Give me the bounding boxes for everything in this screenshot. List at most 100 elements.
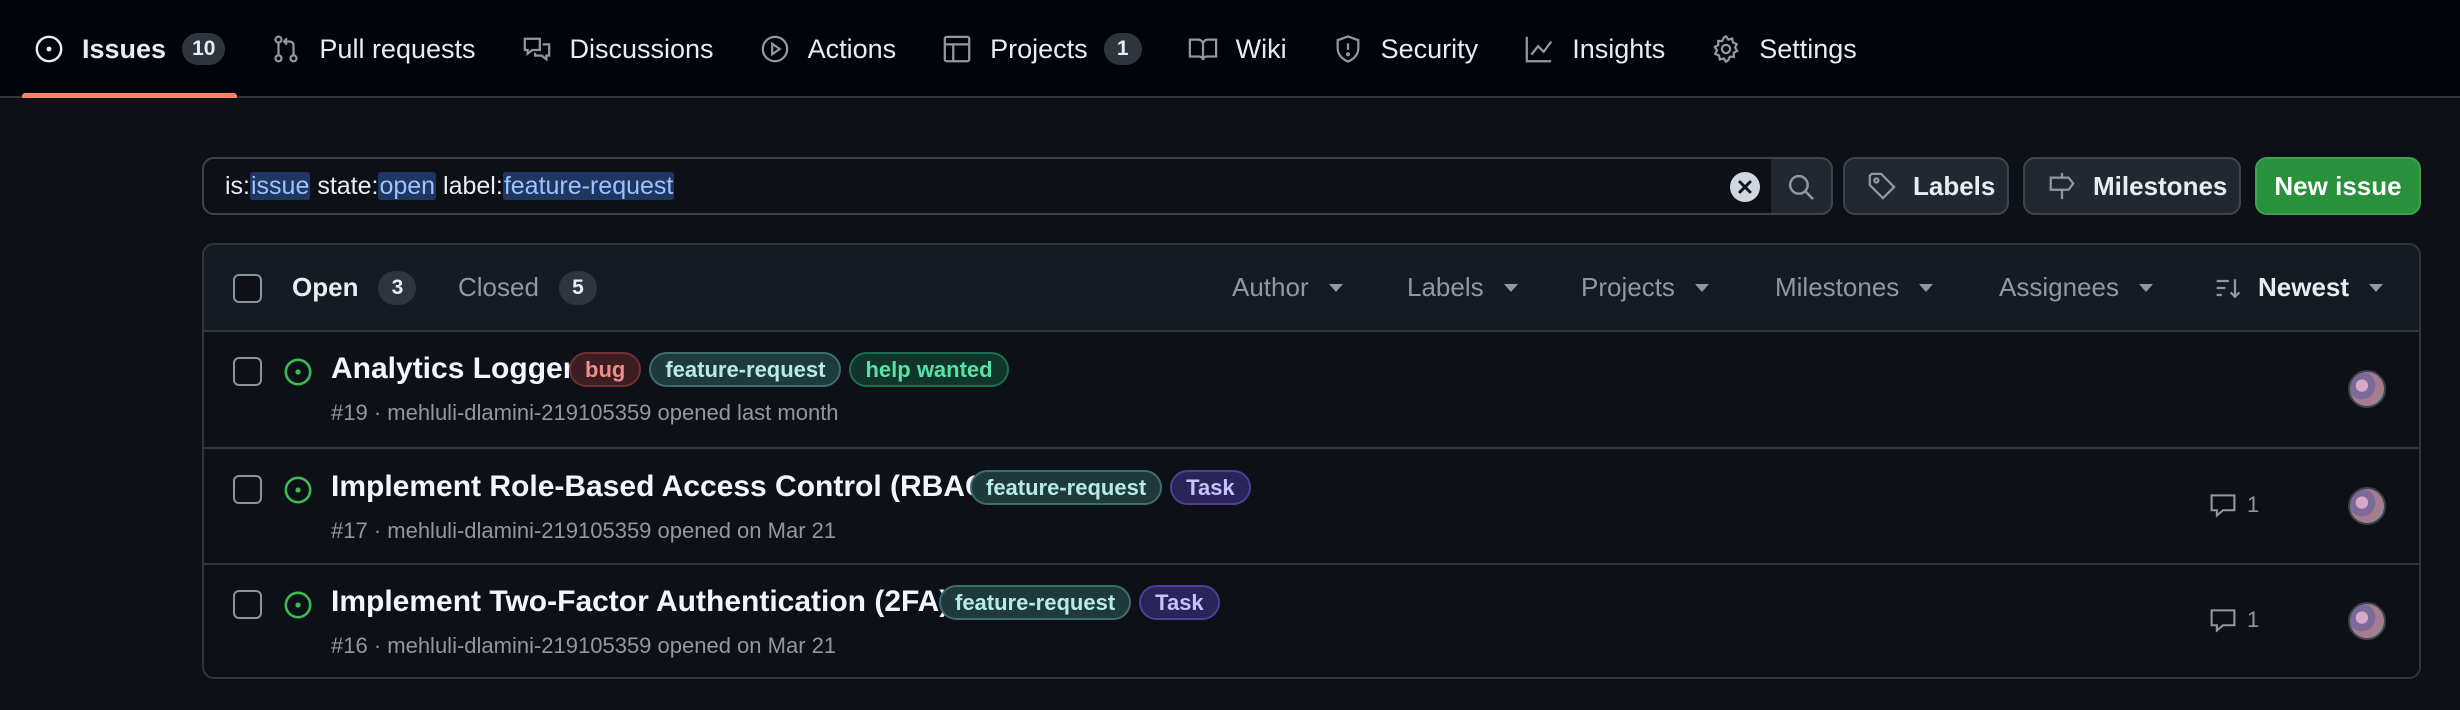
closed-issues-tab[interactable]: Closed 5 [458,245,597,330]
issue-opened-icon [35,35,63,63]
issue-opened-icon [284,358,312,386]
query-label-prefix: label: [436,172,503,200]
issue-title-link[interactable]: Implement Two-Factor Authentication (2FA… [331,585,949,619]
x-circle-icon [1738,180,1752,194]
issue-row: Implement Role-Based Access Control (RBA… [204,447,2419,562]
tab-security[interactable]: Security [1321,0,1491,98]
issue-row: Implement Two-Factor Authentication (2FA… [204,563,2419,677]
repo-tabs: Issues 10 Pull requests Discussions Acti… [22,0,1891,98]
issue-labels: feature-request Task [970,470,1251,505]
comment-count-link[interactable]: 1 [2209,491,2259,519]
projects-count-badge: 1 [1103,33,1142,65]
labels-button-label: Labels [1913,170,1996,201]
assignees-filter[interactable]: Assignees [1999,245,2153,330]
issue-checkbox[interactable] [233,357,262,386]
tab-security-label: Security [1380,33,1479,64]
issue-labels: feature-request Task [939,585,1220,620]
tab-insights[interactable]: Insights [1512,0,1677,98]
comment-count-link[interactable]: 1 [2209,606,2259,634]
tab-settings-label: Settings [1759,33,1857,64]
label-help-wanted[interactable]: help wanted [849,352,1009,387]
clear-search-button[interactable] [1730,172,1760,202]
select-all-checkbox[interactable] [233,274,262,303]
query-state-prefix: state: [310,172,379,200]
search-icon [1788,174,1814,200]
tab-actions[interactable]: Actions [748,0,909,98]
tab-wiki[interactable]: Wiki [1176,0,1299,98]
author-filter[interactable]: Author [1232,245,1343,330]
labels-filter[interactable]: Labels [1407,245,1518,330]
new-issue-button[interactable]: New issue [2255,157,2421,215]
issue-labels: bug feature-request help wanted [569,352,1009,387]
issues-search-row: is:issue state:open label:feature-reques… [202,157,2421,215]
open-issues-tab[interactable]: Open 3 [292,245,417,330]
chevron-down-icon [2138,283,2153,292]
projects-filter-label: Projects [1581,272,1675,302]
tab-wiki-label: Wiki [1235,33,1287,64]
table-icon [943,35,971,63]
assignee-avatar[interactable] [2348,487,2386,525]
search-button[interactable] [1771,157,1833,215]
label-feature-request[interactable]: feature-request [939,585,1132,620]
projects-filter[interactable]: Projects [1581,245,1709,330]
chevron-down-icon [1503,283,1518,292]
milestones-filter[interactable]: Milestones [1775,245,1934,330]
milestones-filter-label: Milestones [1775,272,1900,302]
issue-title-link[interactable]: Implement Role-Based Access Control (RBA… [331,470,997,504]
tab-pull-requests-label: Pull requests [319,33,476,64]
query-is-value: issue [250,172,311,200]
issues-count-badge: 10 [182,33,226,65]
issue-checkbox[interactable] [233,590,262,619]
labels-filter-label: Labels [1407,272,1484,302]
issue-checkbox[interactable] [233,475,262,504]
tab-pull-requests[interactable]: Pull requests [259,0,487,98]
issue-list: Open 3 Closed 5 Author Labels Projects M… [202,243,2421,679]
tab-issues-label: Issues [82,33,167,64]
tag-icon [1868,172,1896,200]
label-feature-request[interactable]: feature-request [649,352,842,387]
author-filter-label: Author [1232,272,1309,302]
assignee-avatar[interactable] [2348,602,2386,640]
repo-navigation: Issues 10 Pull requests Discussions Acti… [0,0,2460,98]
label-feature-request[interactable]: feature-request [970,470,1163,505]
assignee-avatar[interactable] [2348,370,2386,408]
tab-actions-label: Actions [807,33,897,64]
comment-count: 1 [2247,492,2260,517]
closed-issues-count: 5 [558,270,597,305]
comment-discussion-icon [523,37,550,62]
tab-projects[interactable]: Projects 1 [930,0,1154,98]
tab-discussions[interactable]: Discussions [510,0,726,98]
issue-list-header: Open 3 Closed 5 Author Labels Projects M… [204,245,2419,332]
issue-meta: #17 · mehluli-dlamini-219105359 opened o… [331,518,837,543]
query-is-prefix: is: [225,172,250,200]
label-task[interactable]: Task [1170,470,1251,505]
tab-settings[interactable]: Settings [1699,0,1869,98]
issues-search-input[interactable]: is:issue state:open label:feature-reques… [202,157,1773,215]
tab-projects-label: Projects [990,33,1088,64]
chevron-down-icon [1694,283,1709,292]
git-pull-request-icon [274,35,299,63]
sort-desc-icon [2216,278,2241,298]
sort-dropdown[interactable]: Newest [2214,245,2384,330]
labels-button[interactable]: Labels [1843,157,2009,215]
issue-title-link[interactable]: Analytics Logger [331,352,574,386]
issue-meta: #19 · mehluli-dlamini-219105359 opened l… [331,400,839,425]
chevron-down-icon [1328,283,1343,292]
comment-count: 1 [2247,607,2260,632]
tab-insights-label: Insights [1572,33,1666,64]
label-task[interactable]: Task [1139,585,1220,620]
chevron-down-icon [1919,283,1934,292]
comment-icon [2210,609,2236,633]
tab-issues[interactable]: Issues 10 [22,0,238,98]
search-query: is:issue state:open label:feature-reques… [225,159,675,213]
tab-discussions-label: Discussions [569,33,714,64]
play-icon [761,35,788,63]
milestones-button-label: Milestones [2093,170,2228,201]
comment-icon [2210,494,2236,518]
open-issues-label: Open [292,272,359,302]
issue-opened-icon [284,476,312,504]
milestones-button[interactable]: Milestones [2023,157,2241,215]
label-bug[interactable]: bug [569,352,642,387]
assignees-filter-label: Assignees [1999,272,2119,302]
gear-icon [1713,34,1740,64]
